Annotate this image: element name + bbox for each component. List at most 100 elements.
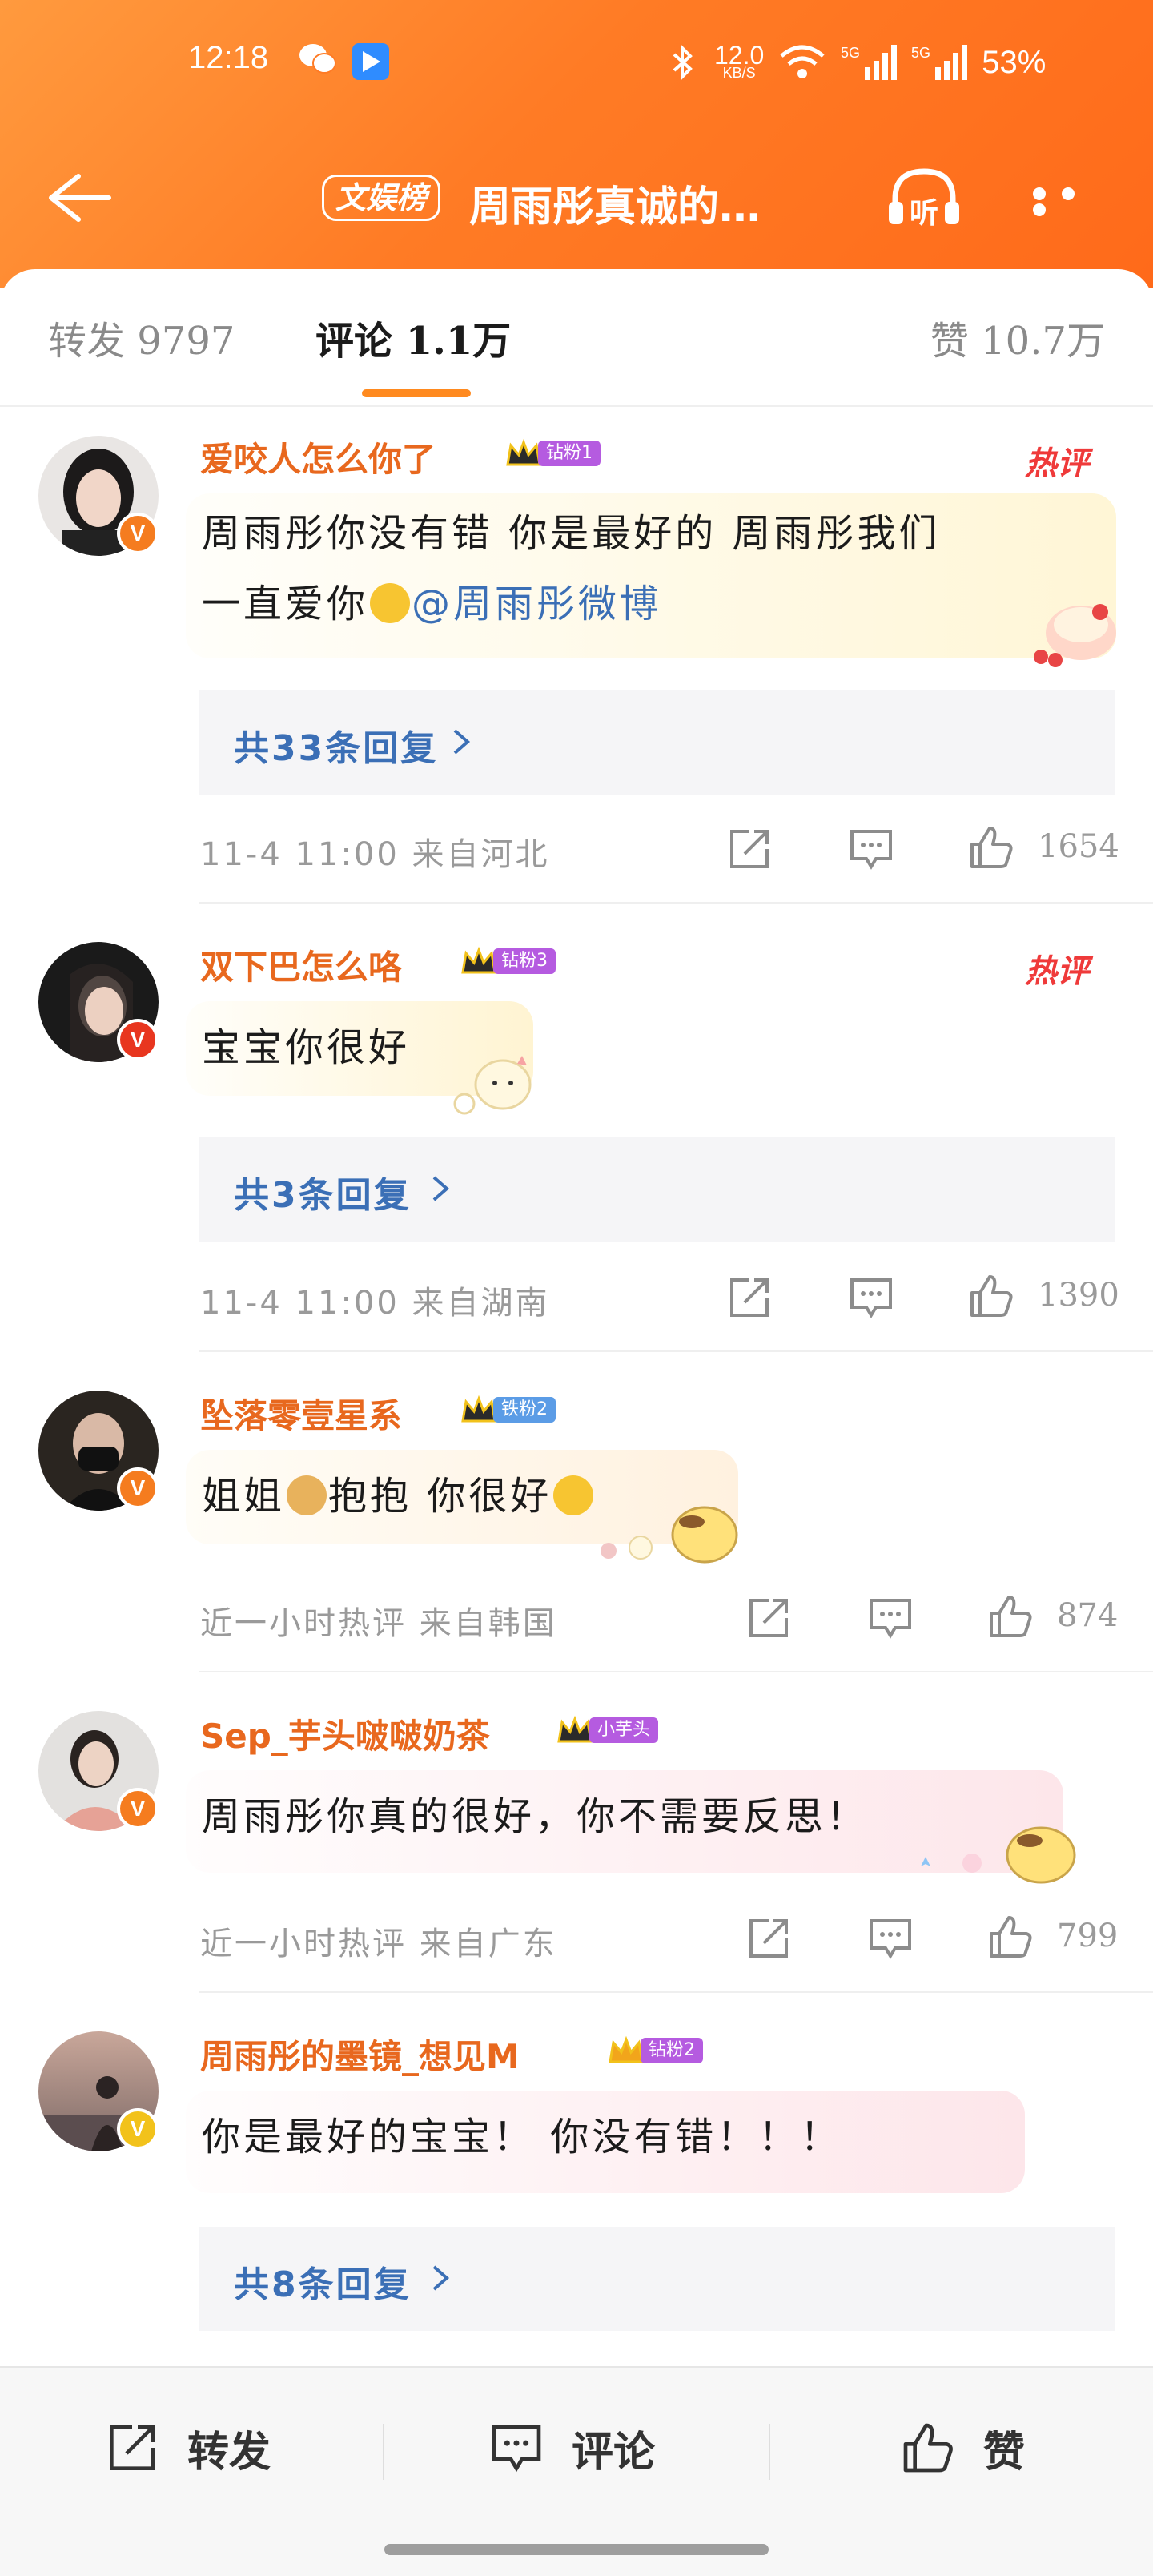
comment-icon[interactable] bbox=[847, 825, 895, 873]
tab-bar: 转发 9797 评论 1.1万 赞 10.7万 bbox=[0, 269, 1153, 405]
like-thumb-icon[interactable] bbox=[986, 1592, 1034, 1640]
like-count: 799 bbox=[1057, 1918, 1119, 1954]
fan-level-badge: 钻粉1 bbox=[504, 437, 601, 469]
home-indicator[interactable] bbox=[384, 2544, 769, 2555]
svg-text:听: 听 bbox=[910, 197, 938, 229]
comment-icon bbox=[492, 2425, 541, 2473]
comment-text: 你是最好的宝宝！ 你没有错！！！ bbox=[202, 2115, 842, 2159]
bottom-like-button[interactable]: 赞 bbox=[900, 2416, 1025, 2480]
header: 12:18 12.0 KB/S 5G 5G 53% 文娱榜 周雨彤真诚的… 听 bbox=[0, 0, 1153, 288]
like-count: 874 bbox=[1057, 1597, 1119, 1634]
divider bbox=[199, 1991, 1153, 1993]
crown-icon bbox=[557, 1715, 593, 1743]
nav-bar: 文娱榜 周雨彤真诚的… 听 bbox=[0, 152, 1153, 240]
share-icon[interactable] bbox=[725, 825, 773, 873]
like-thumb-icon[interactable] bbox=[967, 1272, 1015, 1320]
svg-text:5G: 5G bbox=[911, 45, 930, 61]
verified-v-icon: V bbox=[117, 1019, 159, 1061]
cake-sticker-icon bbox=[1034, 604, 1116, 667]
signal-5g-icon: 5G bbox=[841, 45, 898, 80]
tab-forward[interactable]: 转发 9797 bbox=[48, 309, 235, 365]
comment-meta: 11-4 11:00 来自河北 bbox=[200, 836, 550, 873]
pudding-dog-sticker-icon bbox=[601, 1506, 738, 1564]
verified-v-icon: V bbox=[117, 513, 159, 554]
battery-level: 53% bbox=[982, 44, 1047, 80]
chevron-right-icon bbox=[432, 2265, 450, 2291]
hug-emoji-icon bbox=[553, 1475, 594, 1515]
comment-text: 周雨彤你没有错 你是最好的 周雨彤我们 bbox=[202, 511, 941, 556]
comment-text: 姐姐 抱抱 你很好 bbox=[202, 1461, 595, 1532]
comment-icon[interactable] bbox=[847, 1274, 895, 1322]
hot-comment-tag: 热评 bbox=[1025, 445, 1089, 482]
tab-like[interactable]: 赞 10.7万 bbox=[930, 309, 1105, 365]
hot-comment-tag: 热评 bbox=[1025, 953, 1089, 990]
comment-text: 周雨彤你真的很好，你不需要反思！ bbox=[202, 1794, 869, 1839]
fan-level-badge: 铁粉2 bbox=[460, 1394, 556, 1426]
divider bbox=[199, 902, 1153, 904]
wechat-icon bbox=[299, 44, 336, 74]
username[interactable]: 坠落零壹星系 bbox=[200, 1389, 402, 1438]
fan-level-badge: 钻粉2 bbox=[607, 2035, 703, 2067]
tab-comment[interactable]: 评论 1.1万 bbox=[315, 309, 511, 365]
signal-5g-icon-2: 5G bbox=[911, 45, 968, 80]
status-indicators: 12.0 KB/S 5G 5G 53% bbox=[665, 38, 1046, 87]
username[interactable]: 周雨彤的墨镜_想见M bbox=[200, 2030, 520, 2079]
wifi-icon bbox=[780, 45, 825, 78]
replies-box[interactable]: 共8条回复 bbox=[199, 2227, 1115, 2331]
share-icon[interactable] bbox=[745, 1914, 793, 1962]
active-tab-indicator bbox=[362, 389, 471, 397]
bottom-comment-button[interactable]: 评论 bbox=[488, 2416, 655, 2480]
verified-v-icon: V bbox=[117, 1788, 159, 1829]
topic-board-tag[interactable]: 文娱榜 bbox=[322, 175, 441, 221]
like-count: 1654 bbox=[1038, 828, 1119, 865]
pudding-dog-sticker-icon bbox=[921, 1826, 1076, 1884]
username[interactable]: 爱咬人怎么你了 bbox=[200, 433, 436, 481]
bottom-forward-button[interactable]: 转发 bbox=[104, 2416, 271, 2480]
network-speed: 12.0 KB/S bbox=[714, 41, 765, 81]
verified-v-icon: V bbox=[117, 2108, 159, 2150]
page-title: 周雨彤真诚的… bbox=[469, 183, 761, 231]
like-thumb-icon[interactable] bbox=[986, 1913, 1034, 1961]
chevron-right-icon bbox=[432, 1176, 450, 1201]
crying-face-icon bbox=[370, 583, 411, 623]
like-thumb-icon bbox=[903, 2423, 953, 2473]
fan-level-badge: 小芋头 bbox=[556, 1714, 659, 1746]
like-thumb-icon[interactable] bbox=[967, 823, 1015, 871]
comment-meta: 近一小时热评 来自广东 bbox=[200, 1926, 557, 1962]
mention-link[interactable]: @周雨彤微博 bbox=[412, 582, 661, 626]
comment-text: 宝宝你很好 bbox=[202, 1025, 411, 1070]
verified-v-icon: V bbox=[117, 1467, 159, 1509]
crown-icon bbox=[461, 946, 496, 974]
more-options-icon[interactable] bbox=[1033, 187, 1113, 216]
username[interactable]: Sep_芋头啵啵奶茶 bbox=[200, 1709, 490, 1758]
back-arrow-icon[interactable] bbox=[42, 170, 114, 226]
comment-text-line2: 一直爱你 @周雨彤微博 bbox=[202, 582, 662, 626]
comment-meta: 11-4 11:00 来自湖南 bbox=[200, 1285, 550, 1322]
divider bbox=[0, 405, 1153, 407]
notification-app-icon bbox=[352, 43, 389, 80]
bluetooth-icon bbox=[673, 44, 693, 81]
share-icon[interactable] bbox=[725, 1274, 773, 1322]
divider bbox=[199, 1350, 1153, 1352]
chevron-right-icon bbox=[453, 729, 471, 755]
fan-level-badge: 钻粉3 bbox=[460, 945, 556, 977]
headphones-listen-icon[interactable]: 听 bbox=[884, 165, 964, 229]
doge-emoji-icon bbox=[287, 1475, 327, 1515]
status-time: 12:18 bbox=[188, 40, 269, 75]
divider bbox=[199, 1671, 1153, 1672]
share-icon bbox=[110, 2425, 155, 2470]
share-icon[interactable] bbox=[745, 1594, 793, 1642]
comment-icon[interactable] bbox=[866, 1594, 914, 1642]
svg-text:5G: 5G bbox=[841, 45, 860, 61]
comment-meta: 近一小时热评 来自韩国 bbox=[200, 1605, 557, 1642]
replies-box[interactable]: 共33条回复 bbox=[199, 690, 1115, 795]
divider bbox=[383, 2424, 384, 2480]
crown-icon bbox=[461, 1395, 496, 1423]
replies-box[interactable]: 共3条回复 bbox=[199, 1137, 1115, 1242]
username[interactable]: 双下巴怎么咯 bbox=[200, 940, 402, 989]
cat-sticker-icon bbox=[453, 1056, 532, 1115]
like-count: 1390 bbox=[1038, 1277, 1119, 1314]
status-bar: 12:18 12.0 KB/S 5G 5G 53% bbox=[0, 32, 1153, 96]
crown-icon bbox=[506, 438, 541, 466]
comment-icon[interactable] bbox=[866, 1914, 914, 1962]
